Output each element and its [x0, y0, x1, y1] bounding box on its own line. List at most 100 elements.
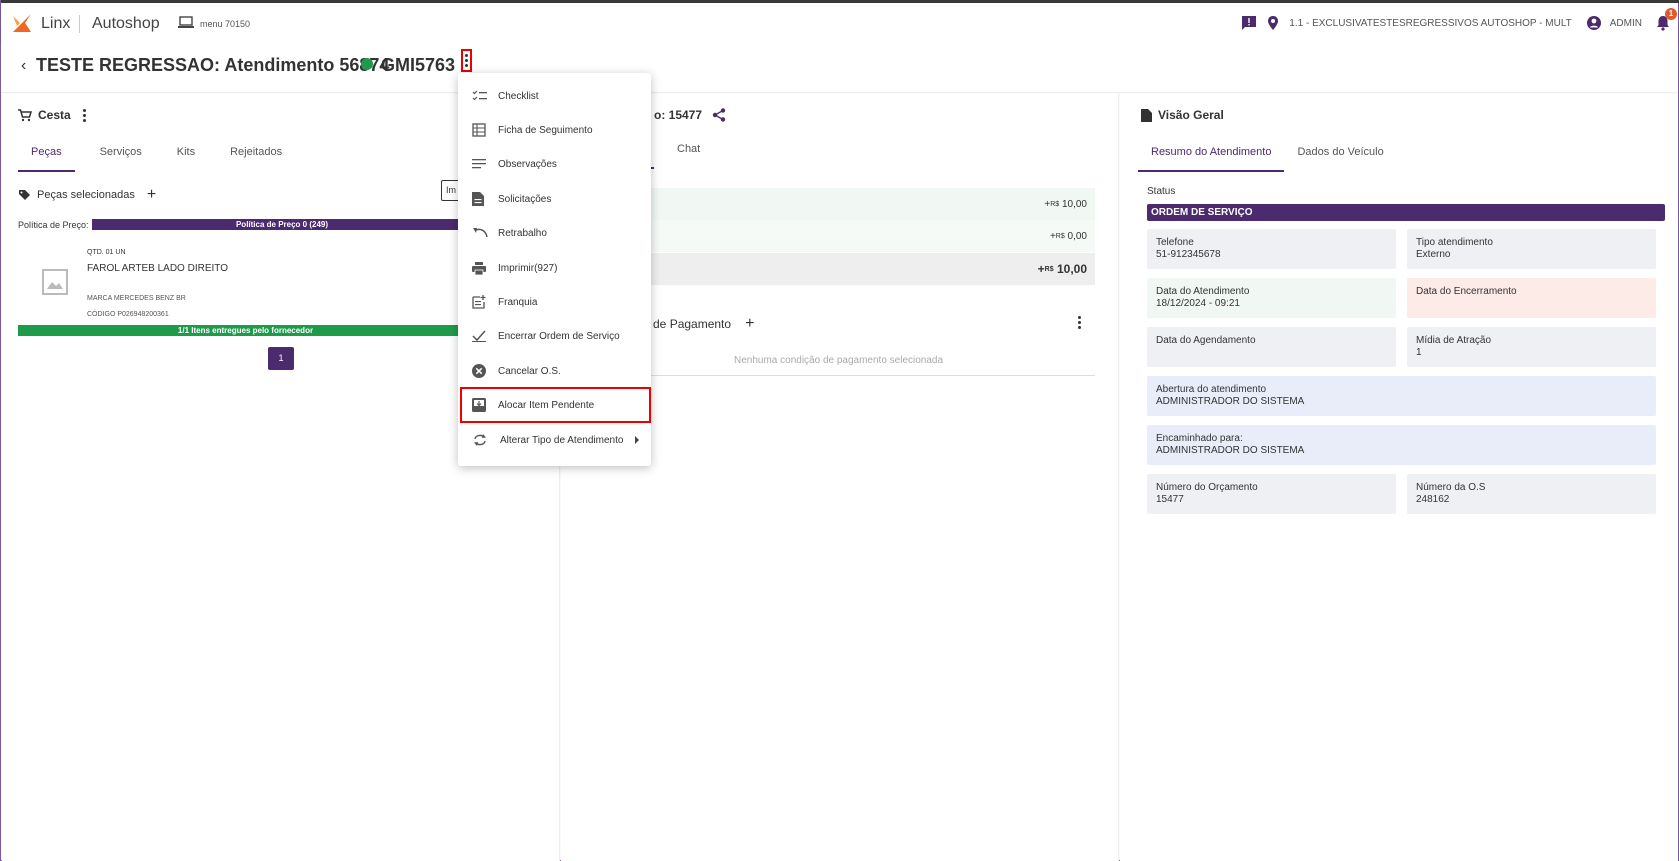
total-value-2: 0,00	[1067, 230, 1087, 242]
tab-kits[interactable]: Kits	[155, 136, 208, 172]
menu-item-ficha-seguimento[interactable]: Ficha de Seguimento	[458, 113, 651, 147]
more-options-menu: Checklist Ficha de Seguimento Observaçõe…	[458, 73, 651, 466]
delivered-status-bar: 1/1 Itens entregues pelo fornecedor	[18, 325, 473, 336]
field-value: 51-912345678	[1156, 249, 1221, 260]
image-placeholder-icon	[42, 269, 68, 295]
field-value: 1	[1416, 347, 1422, 358]
data-atendimento-card: Data do Atendimento 18/12/2024 - 09:21	[1147, 278, 1396, 318]
user-name[interactable]: ADMIN	[1610, 18, 1642, 29]
midia-atracao-card: Mídia de Atração 1	[1407, 327, 1656, 367]
menu-item-imprimir[interactable]: Imprimir(927)	[458, 251, 651, 285]
total-value-3: 10,00	[1056, 262, 1087, 276]
menu-item-retrabalho[interactable]: Retrabalho	[458, 216, 651, 250]
menu-item-cancelar-os[interactable]: Cancelar O.S.	[458, 354, 651, 388]
encaminhado-card: Encaminhado para: ADMINISTRADOR DO SISTE…	[1147, 425, 1656, 465]
menu-item-label: Cancelar O.S.	[498, 365, 561, 377]
abertura-atendimento-card: Abertura do atendimento ADMINISTRADOR DO…	[1147, 376, 1656, 416]
policy-label: Política de Preço:	[18, 220, 89, 230]
status-label: Status	[1147, 186, 1176, 197]
menu-item-encerrar-os[interactable]: Encerrar Ordem de Serviço	[458, 319, 651, 353]
numero-os-card: Número da O.S 248162	[1407, 474, 1656, 514]
field-value: ADMINISTRADOR DO SISTEMA	[1156, 445, 1305, 456]
pecas-selecionadas-title: Peças selecionadas	[37, 189, 135, 201]
field-value: 248162	[1416, 494, 1450, 505]
kebab-dot	[82, 118, 86, 122]
field-label: Tipo atendimento	[1416, 237, 1493, 248]
payment-empty-text: Nenhuma condição de pagamento selecionad…	[734, 355, 944, 366]
payment-title: es de Pagamento	[637, 317, 732, 331]
brand-name[interactable]: Linx	[41, 15, 70, 33]
menu-item-label: Imprimir(927)	[498, 262, 558, 274]
checklist-icon	[472, 90, 487, 101]
menu-item-label: Ficha de Seguimento	[498, 124, 593, 136]
menu-item-franquia[interactable]: Franquia	[458, 285, 651, 319]
laptop-icon[interactable]	[178, 16, 194, 29]
sync-icon	[474, 434, 486, 446]
total-value-1: 10,00	[1061, 198, 1087, 210]
currency-symbol: R$	[1044, 265, 1054, 273]
tab-dados-veiculo[interactable]: Dados do Veículo	[1284, 136, 1396, 172]
numero-orcamento-card: Número do Orçamento 15477	[1147, 474, 1396, 514]
highlight-box	[460, 387, 651, 423]
menu-item-label: Observações	[498, 158, 557, 170]
menu-item-checklist[interactable]: Checklist	[458, 79, 651, 113]
notification-badge: 1	[1665, 8, 1677, 20]
account-icon[interactable]	[1586, 15, 1602, 31]
orcamento-title: o: 15477	[654, 108, 703, 122]
item-brand: MARCA MERCEDES BENZ BR	[87, 295, 186, 302]
cesta-tabs: Peças Serviços Kits Rejeitados	[18, 136, 295, 172]
field-label: Data do Encerramento	[1416, 286, 1517, 297]
currency-symbol: R$	[1050, 200, 1060, 208]
menu-item-solicitacoes[interactable]: Solicitações	[458, 182, 651, 216]
location-text[interactable]: 1.1 - EXCLUSIVATESTESREGRESSIVOS AUTOSHO…	[1289, 18, 1571, 29]
kebab-dot	[465, 54, 468, 57]
menu-item-alterar-tipo-atendimento[interactable]: Alterar Tipo de Atendimento	[458, 423, 651, 457]
cesta-header: Cesta	[18, 108, 86, 122]
undo-icon	[473, 228, 488, 238]
policy-bar[interactable]: Política de Preço 0 (249)	[92, 219, 472, 230]
printer-icon	[472, 261, 486, 275]
more-options-button[interactable]	[461, 49, 472, 72]
field-value: Externo	[1416, 249, 1451, 260]
menu-code[interactable]: menu 70150	[200, 19, 250, 29]
check-icon	[472, 330, 486, 342]
table-icon	[472, 123, 486, 137]
location-pin-icon[interactable]	[1265, 15, 1281, 31]
cesta-more-button[interactable]	[82, 108, 86, 122]
visao-geral-title: Visão Geral	[1158, 108, 1224, 122]
notifications-button[interactable]: 1	[1654, 8, 1677, 32]
menu-item-label: Franquia	[498, 296, 538, 308]
cart-icon	[18, 108, 32, 121]
page-title: TESTE REGRESSAO: Atendimento 56874	[36, 55, 390, 75]
tab-rejeitados[interactable]: Rejeitados	[208, 136, 295, 172]
share-icon[interactable]	[712, 108, 726, 122]
visao-tabs: Resumo do Atendimento Dados do Veículo	[1138, 136, 1397, 172]
feedback-icon[interactable]	[1241, 15, 1257, 31]
submenu-arrow-icon	[635, 436, 639, 444]
payment-header: es de Pagamento +	[637, 315, 754, 333]
item-code: CÓDIGO P026948200361	[87, 311, 169, 318]
menu-item-observacoes[interactable]: Observações	[458, 147, 651, 181]
page-header: ‹ TESTE REGRESSAO: Atendimento 56874 GMI…	[1, 43, 1678, 93]
tag-icon	[19, 189, 30, 200]
tab-servicos[interactable]: Serviços	[75, 136, 155, 172]
linx-logo-icon	[13, 14, 31, 32]
field-label: Mídia de Atração	[1416, 335, 1492, 346]
tab-pecas[interactable]: Peças	[18, 136, 75, 172]
back-button[interactable]: ‹	[21, 57, 26, 75]
kebab-dot	[465, 59, 468, 62]
field-value: 15477	[1156, 494, 1184, 505]
menu-item-label: Checklist	[498, 90, 539, 102]
add-peca-button[interactable]: +	[147, 186, 156, 204]
page-1-button[interactable]: 1	[268, 347, 294, 370]
tab-resumo-atendimento[interactable]: Resumo do Atendimento	[1138, 136, 1285, 172]
menu-item-label: Encerrar Ordem de Serviço	[498, 330, 620, 342]
kebab-dot	[1078, 321, 1081, 324]
tab-chat[interactable]: Chat	[677, 143, 700, 155]
add-payment-button[interactable]: +	[745, 315, 754, 333]
kebab-dot	[1078, 326, 1081, 329]
menu-item-label: Retrabalho	[498, 227, 547, 239]
payment-more-button[interactable]	[1078, 316, 1081, 329]
kebab-dot	[82, 113, 86, 117]
orcamento-header: o: 15477	[654, 108, 726, 122]
